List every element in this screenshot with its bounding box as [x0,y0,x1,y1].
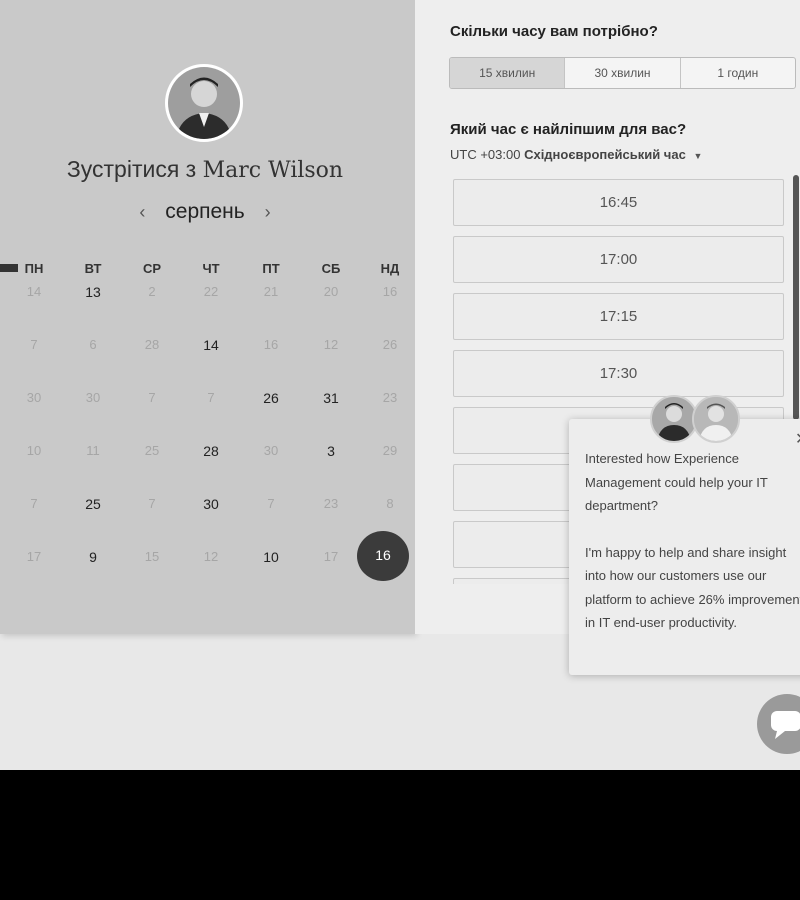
calendar-day-unavailable: 30 [26,390,42,405]
duration-option-15[interactable]: 15 хвилин [450,58,566,88]
calendar-day-unavailable: 29 [382,443,398,458]
calendar-day-available[interactable]: 31 [305,390,357,406]
chat-agent-avatar [692,395,740,443]
month-label: серпень [165,200,245,223]
calendar-day-unavailable: 12 [203,549,219,564]
time-question: Який час є найліпшим для вас? [450,121,687,138]
calendar-day-unavailable: 7 [30,337,38,352]
calendar-day-unavailable: 20 [323,284,339,299]
calendar-day-available[interactable]: 25 [67,496,119,512]
time-slot[interactable]: 17:30 [453,350,784,397]
chat-message: Interested how Experience Management cou… [585,447,800,658]
calendar-day-unavailable: 30 [263,443,279,458]
prev-month-chevron-icon[interactable]: ‹ [139,202,145,222]
weekday-label: ВТ [84,261,102,276]
time-slot[interactable]: 17:15 [453,293,784,340]
timezone-selector[interactable]: UTC +03:00 Східноєвропейський час ▼ [450,147,702,162]
calendar-day-unavailable: 7 [30,496,38,511]
chat-bubble-icon [771,711,800,739]
chat-message-paragraph: I'm happy to help and share insight into… [585,544,800,631]
host-avatar [165,64,243,142]
time-slot[interactable]: 16:45 [453,179,784,226]
time-slot-scrollbar[interactable] [793,175,799,420]
host-name: Marc Wilson [202,158,344,183]
calendar-day-unavailable: 26 [382,337,398,352]
chat-message-paragraph: Interested how Experience Management cou… [585,451,768,513]
calendar-day-unavailable: 7 [267,496,275,511]
weekday-label: СБ [321,261,341,276]
calendar-day-available[interactable]: 26 [245,390,297,406]
chat-launcher-button[interactable] [757,694,800,754]
calendar-day-unavailable: 25 [144,443,160,458]
calendar-day-unavailable: 7 [207,390,215,405]
host-title: Зустрітися з Marc Wilson [0,156,410,183]
calendar-day-unavailable: 30 [85,390,101,405]
calendar-day-unavailable: 28 [144,337,160,352]
calendar-day-available[interactable]: 3 [305,443,357,459]
calendar-day-selected[interactable]: 16 [357,531,409,581]
duration-option-30[interactable]: 30 хвилин [565,58,681,88]
weekday-label: ПН [24,261,44,276]
calendar-day-unavailable: 8 [386,496,394,511]
calendar-day-unavailable: 15 [144,549,160,564]
calendar-day-unavailable: 14 [26,284,42,299]
weekday-label: ПТ [262,261,280,276]
weekday-label: ЧТ [202,261,220,276]
calendar-day-unavailable: 23 [323,496,339,511]
host-title-prefix: Зустрітися з [66,156,197,182]
calendar-day-unavailable: 12 [323,337,339,352]
calendar-day-available[interactable]: 14 [185,337,237,353]
calendar-day-unavailable: 17 [323,549,339,564]
calendar-day-unavailable: 23 [382,390,398,405]
calendar-day-unavailable: 2 [148,284,156,299]
calendar-day-unavailable: 6 [89,337,97,352]
calendar-day-unavailable: 7 [148,496,156,511]
duration-question: Скільки часу вам потрібно? [450,23,658,40]
calendar-panel: Зустрітися з Marc Wilson ‹ серпень › ПН В… [0,0,415,634]
time-slot[interactable]: 17:00 [453,236,784,283]
weekday-label: НД [380,261,400,276]
duration-selector: 15 хвилин 30 хвилин 1 годин [449,57,796,89]
calendar-day-available[interactable]: 30 [185,496,237,512]
timezone-name: Східноєвропейський час [524,147,686,162]
calendar-day-available[interactable]: 9 [67,549,119,565]
duration-option-60[interactable]: 1 годин [681,58,795,88]
chat-popup: ✕ Interested how Experience Management c… [569,419,800,675]
calendar-day-unavailable: 7 [148,390,156,405]
timezone-offset: UTC +03:00 [450,147,521,162]
close-icon[interactable]: ✕ [795,429,800,449]
calendar-day-unavailable: 16 [263,337,279,352]
weekday-label: СР [142,261,162,276]
calendar-day-unavailable: 10 [26,443,42,458]
calendar-day-unavailable: 21 [263,284,279,299]
calendar-day-available[interactable]: 13 [67,284,119,300]
calendar-day-available[interactable]: 10 [245,549,297,565]
next-month-chevron-icon[interactable]: › [265,202,271,222]
month-navigation: ‹ серпень › [0,200,410,224]
calendar-day-unavailable: 11 [86,443,100,458]
calendar-day-unavailable: 16 [382,284,398,299]
calendar-day-unavailable: 22 [203,284,219,299]
page-viewport: Зустрітися з Marc Wilson ‹ серпень › ПН В… [0,0,800,770]
chat-agent-avatar [650,395,698,443]
caret-down-icon: ▼ [693,151,703,161]
calendar-day-unavailable: 17 [26,549,42,564]
calendar-day-available[interactable]: 28 [185,443,237,459]
